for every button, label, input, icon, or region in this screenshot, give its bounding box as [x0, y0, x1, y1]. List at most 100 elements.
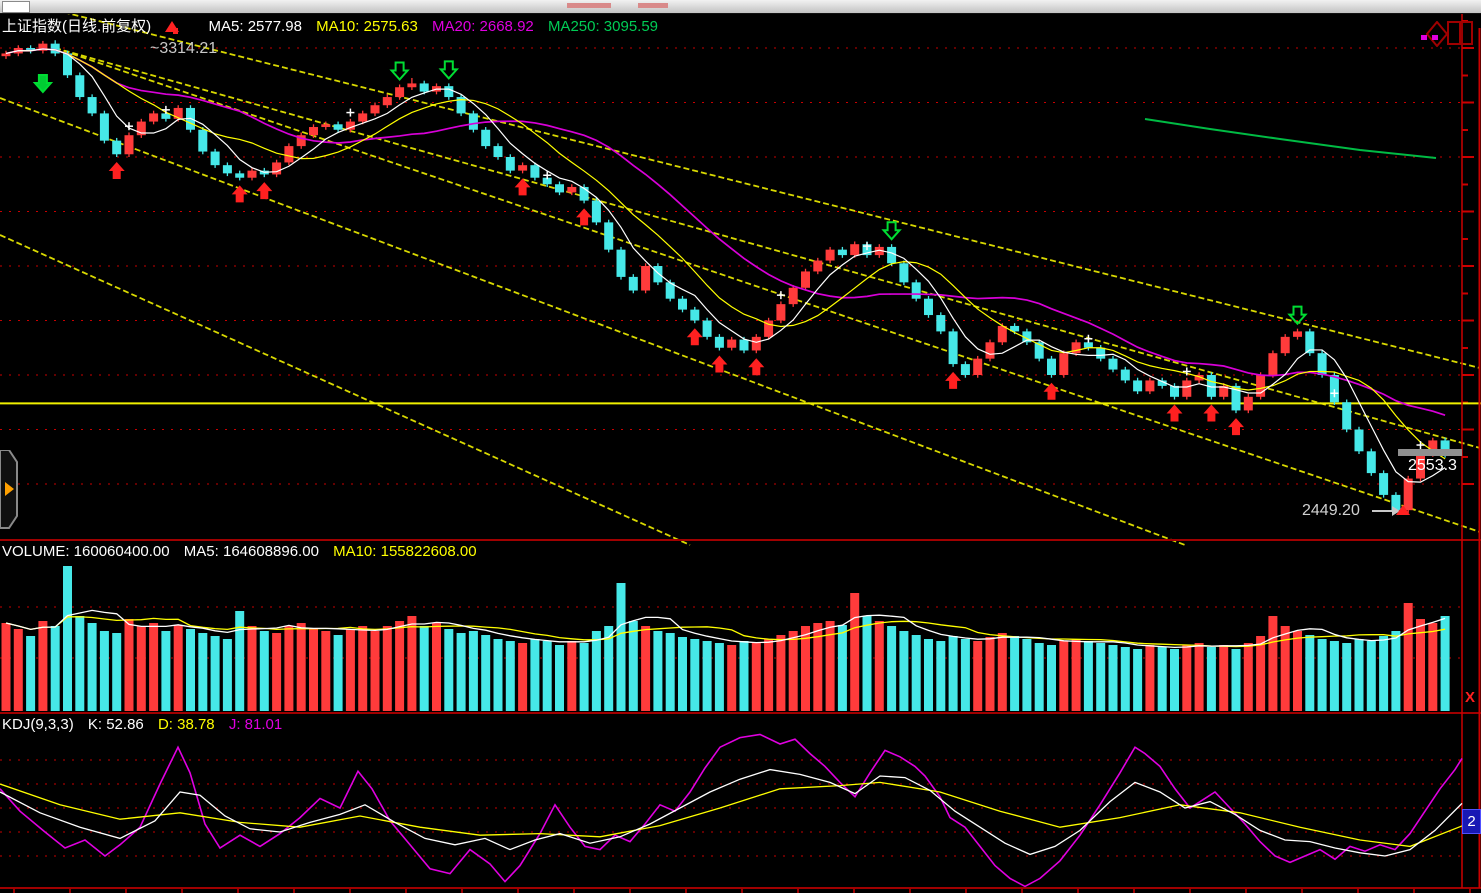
volume-bar [1207, 647, 1216, 711]
candle-body [530, 165, 539, 178]
volume-bar [1391, 631, 1400, 711]
low-point-triangle-marker [1396, 505, 1410, 515]
volume-bar [38, 621, 47, 711]
symbol-title: 上证指数(日线.前复权) [2, 18, 151, 35]
sell-signal-arrow [1290, 307, 1306, 324]
candle-body [51, 44, 60, 54]
volume-bar [1318, 639, 1327, 711]
ma20-label: MA20: 2668.92 [432, 18, 534, 35]
volume-ma10-label: MA10: 155822608.00 [333, 543, 476, 560]
buy-signal-arrow [1228, 418, 1244, 435]
candle-body [740, 340, 749, 351]
volume-bar [383, 626, 392, 711]
ma250-line [1145, 119, 1436, 158]
volume-bar [764, 639, 773, 711]
buy-signal-arrow [256, 182, 272, 199]
volume-bar [949, 636, 958, 711]
buy-signal-arrow [687, 328, 703, 345]
volume-bar [211, 636, 220, 711]
volume-bar [420, 626, 429, 711]
candle-body [838, 250, 847, 255]
volume-bar [371, 631, 380, 711]
volume-bar [752, 643, 761, 711]
volume-bar [555, 645, 564, 711]
volume-bar [432, 623, 441, 711]
magenta-dot-marker [1421, 35, 1427, 40]
candle-body [248, 171, 257, 178]
volume-bar [88, 623, 97, 711]
volume-bar [863, 616, 872, 711]
volume-bar [1195, 643, 1204, 711]
volume-bar [149, 623, 158, 711]
candle-body [850, 244, 859, 255]
volume-bar [51, 626, 60, 711]
volume-bar [494, 639, 503, 711]
buy-signal-arrow [576, 208, 592, 225]
volume-bar [63, 566, 72, 711]
candle-body [506, 157, 515, 171]
split-window-icon[interactable] [1447, 21, 1473, 50]
volume-bar [838, 625, 847, 711]
candle-body [1133, 380, 1142, 391]
buy-signal-arrow [1167, 405, 1183, 422]
candle-body [1047, 359, 1056, 375]
volume-bar [703, 641, 712, 711]
volume-bar [444, 629, 453, 711]
volume-bar [899, 631, 908, 711]
candle-body [727, 340, 736, 348]
volume-bar [1022, 639, 1031, 711]
pane-close-button[interactable]: X [1465, 689, 1475, 706]
volume-bar [1010, 636, 1019, 711]
chart-canvas[interactable] [0, 0, 1481, 893]
volume-bar [137, 626, 146, 711]
volume-bar [986, 637, 995, 711]
volume-bar [912, 635, 921, 711]
candle-body [690, 310, 699, 321]
candle-body [1244, 397, 1253, 411]
volume-bar [198, 633, 207, 711]
volume-bar [321, 631, 330, 711]
candle-body [949, 331, 958, 364]
candle-body [1059, 353, 1068, 375]
candle-body [198, 130, 207, 152]
volume-bar [1219, 645, 1228, 711]
volume-bar [358, 626, 367, 711]
candle-body [149, 113, 158, 121]
candle-body [223, 165, 232, 173]
volume-bar [346, 629, 355, 711]
toolbar-button[interactable] [2, 1, 30, 13]
volume-bar [924, 639, 933, 711]
candle-body [1121, 370, 1130, 381]
volume-bar [727, 645, 736, 711]
volume-bar [1244, 643, 1253, 711]
ma5-line [6, 49, 1445, 482]
candle-body [715, 337, 724, 348]
candle-body [924, 299, 933, 315]
candle-body [912, 282, 921, 298]
candle-body [604, 222, 613, 249]
volume-bar [961, 639, 970, 711]
volume-ma5-label: MA5: 164608896.00 [184, 543, 319, 560]
candle-body [334, 124, 343, 129]
candle-body [887, 247, 896, 263]
volume-bar [235, 611, 244, 711]
candle-body [1268, 353, 1277, 375]
candle-body [801, 271, 810, 287]
volume-bar [1404, 603, 1413, 711]
candle-body [936, 315, 945, 331]
candle-body [284, 146, 293, 162]
candle-body [88, 97, 97, 113]
candle-body [235, 173, 244, 177]
top-toolbar[interactable] [0, 0, 1481, 14]
volume-bar [776, 635, 785, 711]
candle-body [567, 187, 576, 192]
volume-bar [789, 631, 798, 711]
volume-bar [875, 621, 884, 711]
buy-signal-arrow [945, 372, 961, 389]
volume-bar [740, 641, 749, 711]
trading-app-window: 上证指数(日线.前复权) MA5: 2577.98 MA10: 2575.63 … [0, 0, 1481, 893]
volume-bar [161, 631, 170, 711]
sidebar-flyout-handle[interactable] [0, 450, 20, 535]
volume-bar [248, 626, 257, 711]
candle-body [125, 135, 134, 154]
